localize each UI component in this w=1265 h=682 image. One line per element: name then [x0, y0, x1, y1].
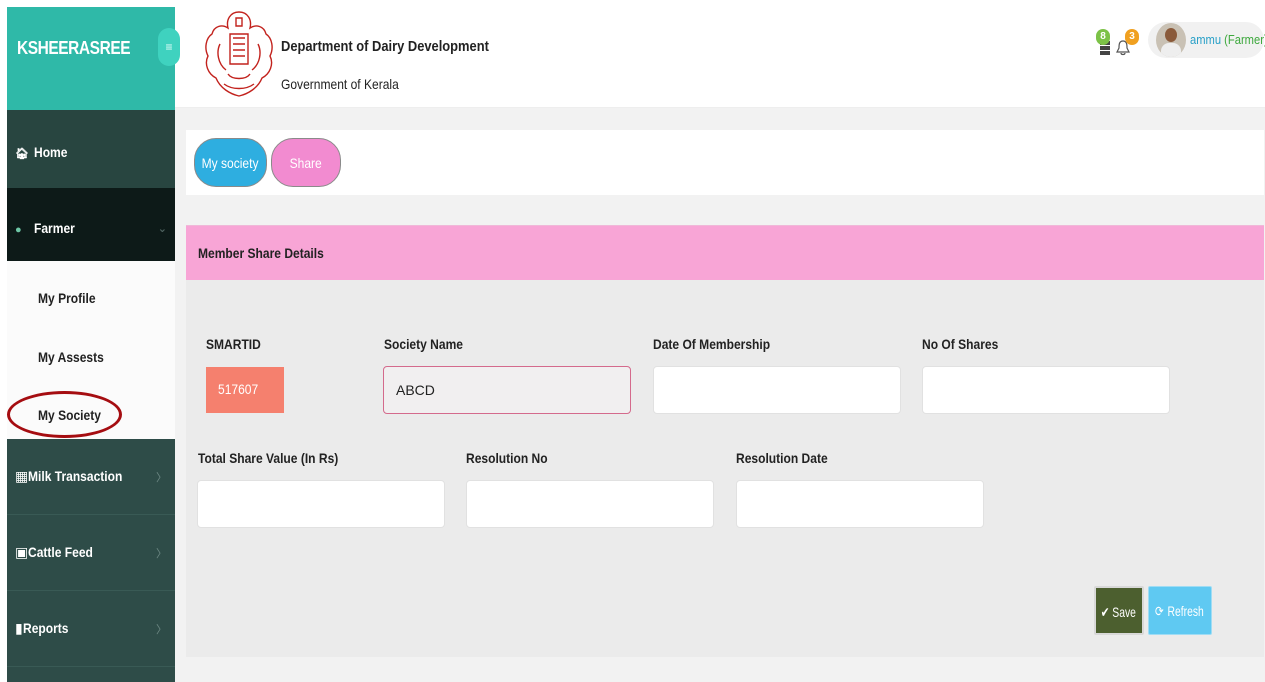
sidebar-item-label: Farmer [34, 220, 75, 236]
messages-badge: 8 [1096, 29, 1110, 45]
user-menu[interactable]: ammu (Farmer)▼ [1148, 22, 1265, 58]
tab-share[interactable]: Share [271, 138, 341, 187]
sidebar-item-reports[interactable]: ▮Reports 〉 [7, 591, 175, 667]
chevron-right-icon: 〉 [156, 472, 167, 484]
resolution-date-input[interactable] [736, 480, 984, 528]
sidebar-item-label: Reports [22, 620, 69, 636]
total-share-value-label: Total Share Value (In Rs) [198, 450, 339, 466]
tabs-bar [186, 130, 1264, 195]
refresh-icon: ⟳ [1154, 603, 1164, 619]
no-of-shares-label: No Of Shares [922, 336, 999, 352]
user-name-label: ammu (Farmer)▼ [1190, 32, 1265, 47]
notifications-badge: 3 [1125, 29, 1139, 45]
menu-toggle-button[interactable]: ≡ [158, 28, 180, 66]
sidebar-item-label: Cattle Feed [28, 544, 94, 560]
no-of-shares-input[interactable] [922, 366, 1170, 414]
save-button[interactable]: ✔ Save [1094, 586, 1144, 635]
sidebar-item-milk-transaction[interactable]: ▦Milk Transaction 〉 [7, 439, 175, 515]
book-icon: ▮ [15, 620, 23, 636]
chart-icon: ▦ [15, 468, 29, 484]
smartid-value: 517607 [206, 367, 284, 413]
sidebar-item-cattle-feed[interactable]: ▣Cattle Feed 〉 [7, 515, 175, 591]
check-icon: ✔ [1100, 604, 1110, 620]
smartid-label: SMARTID [206, 336, 261, 352]
brand-logo-text[interactable]: KSHEERASREE [17, 38, 131, 59]
sidebar-item-label: Home [34, 144, 68, 160]
page-title: Department of Dairy Development [281, 38, 489, 55]
resolution-date-label: Resolution Date [736, 450, 828, 466]
resolution-no-label: Resolution No [466, 450, 548, 466]
resolution-no-input[interactable] [466, 480, 714, 528]
total-share-value-input[interactable] [197, 480, 445, 528]
chevron-right-icon: 〉 [156, 624, 167, 636]
highlight-circle [7, 391, 122, 438]
date-of-membership-input[interactable] [653, 366, 901, 414]
tab-my-society[interactable]: My society [194, 138, 267, 187]
brand-header: KSHEERASREE [7, 7, 175, 110]
sidebar: KSHEERASREE 🏠︎ Home ● Farmer ⌄ My Profile … [7, 7, 175, 682]
panel-title: Member Share Details [198, 245, 324, 261]
sidebar-item-my-assests[interactable]: My Assests [38, 349, 104, 365]
kerala-emblem-icon [205, 11, 273, 97]
sidebar-item-my-profile[interactable]: My Profile [38, 290, 96, 306]
date-of-membership-label: Date Of Membership [653, 336, 771, 352]
refresh-button[interactable]: ⟳ Refresh [1148, 586, 1212, 635]
sidebar-item-farmer[interactable]: ● Farmer ⌄ [7, 188, 175, 261]
chevron-right-icon: 〉 [156, 548, 167, 560]
home-icon: 🏠︎ [15, 148, 29, 160]
society-name-input[interactable] [383, 366, 631, 414]
sidebar-item-home[interactable]: 🏠︎ Home [7, 110, 175, 188]
user-icon: ● [15, 224, 22, 236]
panel-header: Member Share Details [186, 225, 1264, 280]
chevron-down-icon: ⌄ [157, 223, 167, 235]
page-subtitle: Government of Kerala [281, 76, 399, 92]
sidebar-item-label: Milk Transaction [28, 468, 123, 484]
feed-icon: ▣ [15, 544, 29, 560]
avatar [1156, 23, 1186, 57]
society-name-label: Society Name [384, 336, 463, 352]
